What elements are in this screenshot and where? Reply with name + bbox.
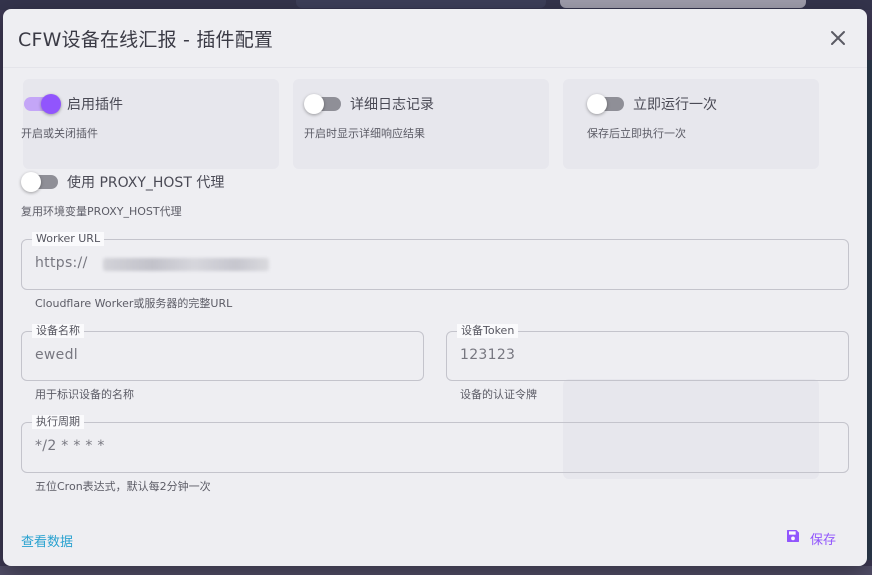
enable-plugin-label: 启用插件 bbox=[67, 97, 123, 113]
run-once-switch[interactable] bbox=[587, 94, 624, 114]
verbose-log-switch[interactable] bbox=[304, 94, 341, 114]
switch-knob bbox=[304, 94, 324, 114]
run-once-hint: 保存后立即执行一次 bbox=[587, 127, 686, 140]
verbose-log-hint: 开启时显示详细响应结果 bbox=[304, 127, 425, 140]
worker-url-hint: Cloudflare Worker或服务器的完整URL bbox=[35, 297, 233, 310]
worker-url-label: Worker URL bbox=[32, 232, 105, 246]
save-button[interactable]: 保存 bbox=[785, 528, 836, 548]
enable-plugin-switch[interactable] bbox=[24, 94, 61, 114]
device-name-hint: 用于标识设备的名称 bbox=[35, 388, 134, 401]
device-token-value: 123123 bbox=[460, 347, 516, 363]
run-once-row: 立即运行一次 bbox=[587, 94, 717, 114]
save-icon bbox=[785, 528, 801, 548]
worker-url-value: https:// bbox=[35, 255, 88, 271]
save-label: 保存 bbox=[810, 532, 837, 548]
proxy-hint: 复用环境变量PROXY_HOST代理 bbox=[21, 205, 182, 218]
verbose-log-label: 详细日志记录 bbox=[350, 97, 434, 113]
view-data-link[interactable]: 查看数据 bbox=[21, 531, 73, 550]
cron-hint: 五位Cron表达式，默认每2分钟一次 bbox=[35, 480, 211, 493]
device-token-label: 设备Token bbox=[457, 324, 519, 338]
device-token-hint: 设备的认证令牌 bbox=[460, 388, 537, 401]
run-once-label: 立即运行一次 bbox=[633, 97, 717, 113]
background-ghost bbox=[23, 79, 279, 169]
enable-plugin-hint: 开启或关闭插件 bbox=[21, 127, 98, 140]
close-icon[interactable] bbox=[826, 26, 850, 50]
background-ghost bbox=[293, 79, 549, 169]
enable-plugin-row: 启用插件 bbox=[24, 94, 123, 114]
cron-field[interactable]: 执行周期 */2 * * * * bbox=[21, 415, 849, 473]
dialog-header: CFW设备在线汇报 - 插件配置 bbox=[3, 9, 867, 68]
verbose-log-row: 详细日志记录 bbox=[304, 94, 434, 114]
cron-label: 执行周期 bbox=[32, 415, 84, 429]
worker-url-field[interactable]: Worker URL https:// bbox=[21, 232, 849, 290]
dialog-title: CFW设备在线汇报 - 插件配置 bbox=[18, 29, 274, 51]
cron-value: */2 * * * * bbox=[35, 438, 105, 454]
plugin-config-dialog: CFW设备在线汇报 - 插件配置 启用插件 开启或关闭插件 详细日志记录 开启时… bbox=[3, 9, 867, 566]
device-name-value: ewedl bbox=[35, 347, 78, 363]
switch-knob bbox=[21, 172, 41, 192]
switch-knob bbox=[41, 94, 61, 114]
redacted-url-mask bbox=[103, 258, 269, 271]
background-ghost bbox=[563, 79, 819, 169]
proxy-switch[interactable] bbox=[21, 172, 58, 192]
proxy-row: 使用 PROXY_HOST 代理 bbox=[21, 172, 225, 192]
proxy-label: 使用 PROXY_HOST 代理 bbox=[67, 175, 225, 191]
device-token-field[interactable]: 设备Token 123123 bbox=[446, 324, 849, 381]
device-name-label: 设备名称 bbox=[32, 324, 84, 338]
device-name-field[interactable]: 设备名称 ewedl bbox=[21, 324, 424, 381]
switch-knob bbox=[587, 94, 607, 114]
